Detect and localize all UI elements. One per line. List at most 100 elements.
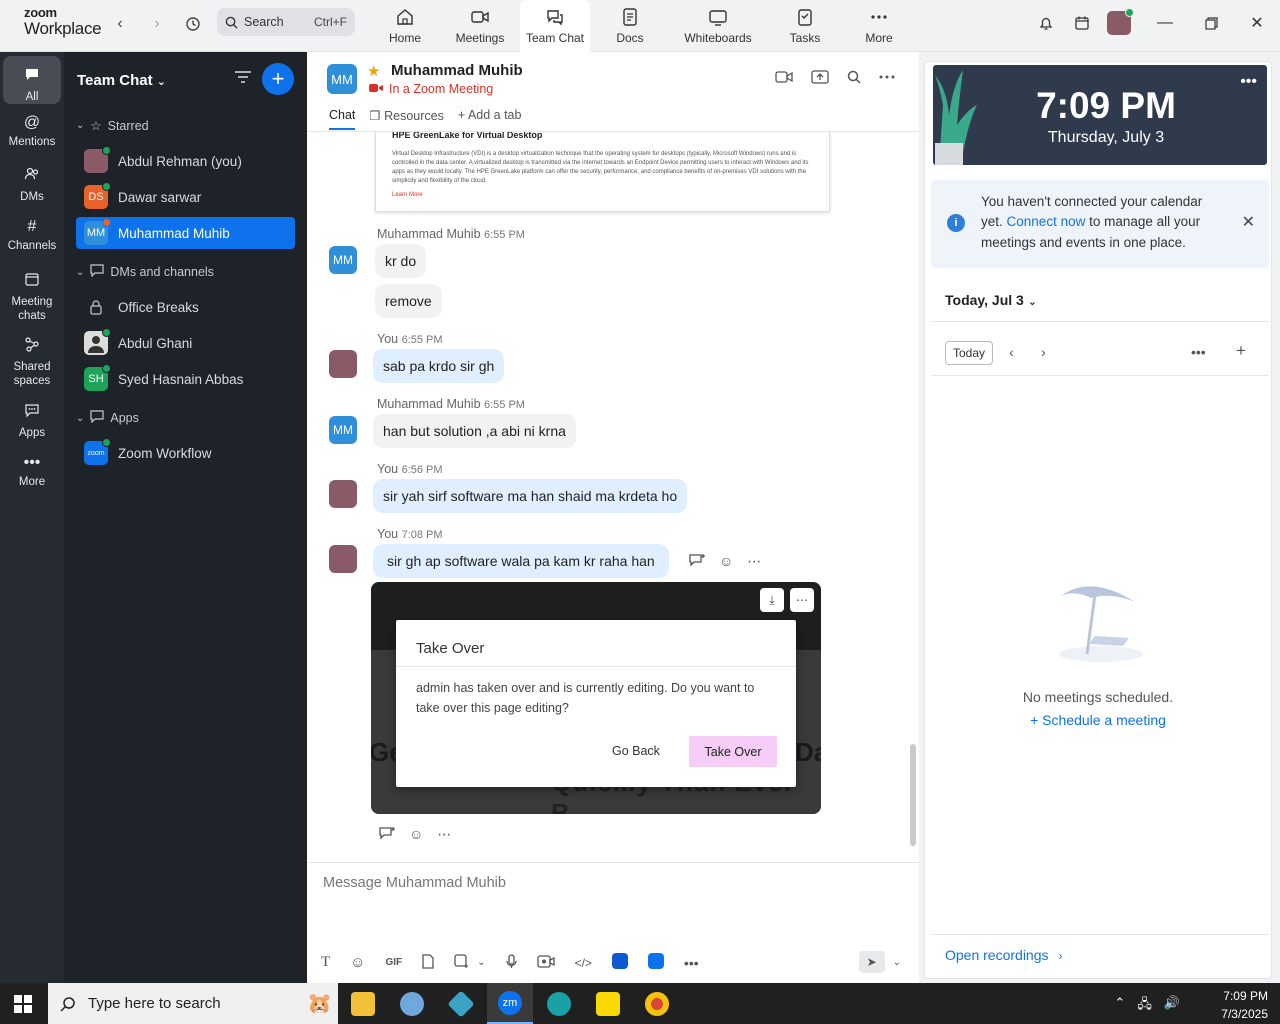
avatar[interactable] [329, 480, 357, 508]
tab-more[interactable]: More [857, 0, 901, 52]
chat-search-button[interactable] [847, 70, 861, 87]
calendar-more-button[interactable]: ••• [1191, 344, 1206, 360]
avatar[interactable]: MM [327, 64, 357, 94]
emoji-reaction-icon[interactable]: ☺ [409, 826, 423, 843]
rail-item-meeting-chats[interactable]: Meeting chats [3, 271, 61, 323]
back-button[interactable]: ‹ [108, 12, 132, 36]
chat-more-button[interactable] [879, 70, 895, 87]
go-back-button[interactable]: Go Back [612, 744, 660, 758]
image-attachment[interactable]: Ge Da Quickly Than Ever B ⤓ ⋯ Take Over … [371, 582, 821, 814]
scrollbar[interactable] [910, 744, 916, 846]
close-window-button[interactable]: ✕ [1242, 10, 1272, 36]
reply-icon[interactable] [379, 826, 395, 843]
message-input[interactable]: Message Muhammad Muhib [323, 875, 506, 891]
avatar[interactable] [329, 350, 357, 378]
chevron-down-icon[interactable]: ⌄ [893, 957, 901, 968]
message-bubble[interactable]: sir yah sirf software ma han shaid ma kr… [373, 479, 688, 513]
close-notice-button[interactable]: ✕ [1242, 212, 1255, 232]
tab-tasks[interactable]: Tasks [783, 0, 827, 52]
today-button[interactable]: Today [945, 341, 993, 365]
file-icon[interactable] [422, 953, 434, 972]
link-preview-card[interactable]: HPE GreenLake for Virtual Desktop Virtua… [375, 132, 830, 212]
filter-button[interactable] [234, 70, 252, 89]
app-icon[interactable] [611, 953, 628, 972]
taskbar-clock[interactable]: 7:09 PM 7/3/2025 [1221, 987, 1268, 1023]
add-event-button[interactable]: + [1236, 341, 1246, 361]
search-box[interactable]: Search Ctrl+F [217, 8, 355, 36]
chat-contact-name[interactable]: Muhammad Muhib [391, 62, 523, 79]
rail-item-more[interactable]: ••• More [3, 454, 61, 490]
share-screen-button[interactable] [811, 70, 829, 87]
avatar[interactable]: MM [329, 416, 357, 444]
rail-item-all[interactable]: All [3, 56, 61, 104]
tab-home[interactable]: Home [380, 0, 430, 52]
minimize-button[interactable]: — [1150, 10, 1180, 36]
sticky-notes-icon[interactable] [585, 983, 631, 1024]
sidebar-item-abdul-rehman[interactable]: Abdul Rehman (you) [76, 145, 295, 177]
code-snippet-icon[interactable]: </> [575, 956, 592, 970]
forward-button[interactable]: › [145, 12, 169, 36]
chevron-up-icon[interactable]: ⌃ [1114, 995, 1125, 1017]
app-icon[interactable] [647, 953, 664, 972]
avatar[interactable]: MM [329, 246, 357, 274]
profile-avatar[interactable] [1104, 8, 1134, 36]
edge-browser-icon[interactable] [536, 983, 582, 1024]
rail-item-apps[interactable]: Apps [3, 402, 61, 441]
message-bubble[interactable]: han but solution ,a abi ni krna [373, 414, 576, 448]
app-icon[interactable] [389, 983, 435, 1024]
rail-item-mentions[interactable]: @ Mentions [3, 114, 61, 150]
sidebar-item-zoom-workflow[interactable]: zoom Zoom Workflow [76, 437, 295, 469]
microphone-icon[interactable] [505, 953, 517, 972]
network-icon[interactable]: 🖧 [1137, 995, 1152, 1017]
text-format-icon[interactable]: T [321, 954, 330, 971]
tab-meetings[interactable]: Meetings [450, 0, 510, 52]
send-button[interactable]: ➤ [858, 951, 885, 973]
tab-add[interactable]: + Add a tab [458, 108, 522, 130]
star-icon[interactable]: ★ [367, 62, 380, 80]
connect-now-link[interactable]: Connect now [1007, 214, 1086, 229]
message-bubble[interactable]: remove [375, 284, 442, 318]
prev-day-button[interactable]: ‹ [1009, 344, 1014, 360]
restore-button[interactable] [1196, 10, 1226, 36]
volume-icon[interactable]: 🔊 [1164, 995, 1180, 1017]
section-dms-and-channels[interactable]: ⌄ DMs and channels [76, 264, 214, 280]
sidebar-title[interactable]: Team Chat ⌄ [77, 72, 166, 89]
avatar[interactable] [329, 545, 357, 573]
message-bubble[interactable]: sir gh ap software wala pa kam kr raha h… [373, 544, 669, 578]
tab-docs[interactable]: Docs [605, 0, 655, 52]
emoji-icon[interactable]: ☺ [350, 954, 365, 971]
new-chat-button[interactable]: + [262, 63, 294, 95]
take-over-button[interactable]: Take Over [689, 736, 777, 767]
clock-more-button[interactable]: ••• [1240, 73, 1257, 91]
sidebar-item-muhammad-muhib[interactable]: MM Muhammad Muhib [76, 217, 295, 249]
tab-resources[interactable]: ❐ Resources [369, 108, 443, 130]
calendar-button[interactable] [1067, 10, 1097, 36]
video-call-button[interactable] [775, 70, 793, 87]
windows-start-button[interactable] [14, 995, 32, 1013]
zoom-taskbar-icon[interactable]: zm [487, 983, 533, 1024]
tab-whiteboards[interactable]: Whiteboards [680, 0, 756, 52]
app-icon[interactable] [438, 983, 484, 1024]
chevron-down-icon[interactable]: ⌄ [477, 957, 485, 968]
history-button[interactable] [181, 12, 205, 36]
sidebar-item-dawar-sarwar[interactable]: DS Dawar sarwar [76, 181, 295, 213]
emoji-reaction-icon[interactable]: ☺ [719, 553, 733, 570]
rail-item-shared-spaces[interactable]: Shared spaces [3, 336, 61, 388]
image-more-button[interactable]: ⋯ [790, 588, 814, 612]
notifications-button[interactable] [1031, 10, 1061, 36]
sidebar-item-syed-hasnain-abbas[interactable]: SH Syed Hasnain Abbas [76, 363, 295, 395]
taskbar-search[interactable]: Type here to search 🐹 [48, 983, 338, 1024]
tab-chat[interactable]: Chat [329, 108, 356, 130]
sidebar-item-office-breaks[interactable]: Office Breaks [76, 291, 295, 323]
more-icon[interactable]: ••• [684, 955, 699, 971]
download-button[interactable]: ⤓ [760, 588, 784, 612]
rail-item-channels[interactable]: # Channels [3, 218, 61, 254]
reply-icon[interactable] [689, 553, 705, 570]
more-icon[interactable]: ⋯ [747, 553, 761, 570]
open-recordings-link[interactable]: Open recordings › [945, 947, 1062, 963]
video-message-icon[interactable] [536, 954, 555, 971]
screenshot-icon[interactable] [454, 953, 469, 972]
date-header[interactable]: Today, Jul 3 ⌄ [945, 292, 1037, 308]
schedule-meeting-link[interactable]: + Schedule a meeting [925, 712, 1271, 728]
section-starred[interactable]: ⌄ ☆ Starred [76, 118, 149, 134]
